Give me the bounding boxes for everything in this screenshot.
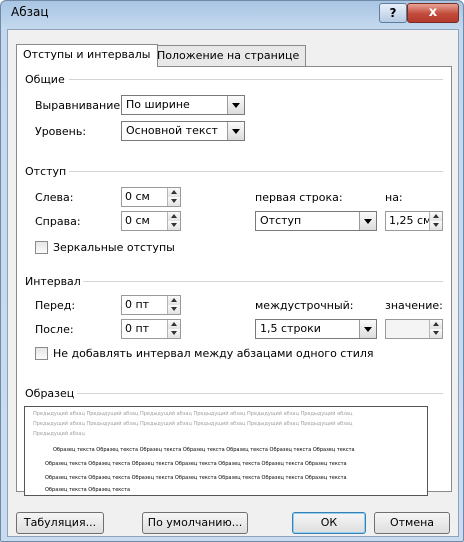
cancel-button[interactable]: Отмена	[374, 512, 450, 534]
line-spacing-at-spinner[interactable]	[385, 319, 443, 339]
chevron-down-icon[interactable]	[227, 122, 244, 140]
right-indent-label: Справа:	[35, 215, 81, 228]
title-bar: Абзац ? x	[1, 1, 463, 27]
space-after-spinner[interactable]: 0 пт	[121, 319, 181, 339]
preview-sample-line: Образец текста Образец текста Образец те…	[45, 461, 347, 467]
left-indent-value: 0 см	[125, 190, 150, 203]
after-value: 0 пт	[125, 322, 150, 335]
divider	[69, 171, 443, 172]
left-indent-label: Слева:	[35, 191, 74, 204]
first-line-select[interactable]: Отступ	[255, 211, 377, 231]
spin-down-icon[interactable]	[167, 329, 180, 338]
spin-down-icon[interactable]	[167, 305, 180, 314]
by-label: на:	[385, 191, 403, 204]
preview-prev-line: Предыдущий абзац Предыдущий абзац Предыд…	[33, 421, 353, 427]
divider	[83, 281, 443, 282]
window-title: Абзац	[11, 5, 49, 19]
space-before-spinner[interactable]: 0 пт	[121, 295, 181, 315]
left-indent-spinner[interactable]: 0 см	[121, 187, 181, 207]
line-spacing-value: 1,5 строки	[260, 322, 321, 335]
preview-sample-line: Образец текста Образец текста Образец те…	[53, 447, 355, 453]
first-line-value: Отступ	[260, 214, 302, 227]
right-indent-spinner[interactable]: 0 см	[121, 211, 181, 231]
line-spacing-label: междустрочный:	[255, 299, 354, 312]
indent-section-title: Отступ	[25, 165, 67, 178]
alignment-select[interactable]: По ширине	[121, 95, 245, 115]
right-indent-value: 0 см	[125, 214, 150, 227]
spin-down-icon[interactable]	[167, 221, 180, 230]
chevron-down-icon[interactable]	[227, 96, 244, 114]
first-line-by-spinner[interactable]: 1,25 см	[385, 211, 443, 231]
tab-line-page-breaks[interactable]: Положение на странице	[150, 45, 307, 66]
divider	[69, 79, 443, 80]
chevron-down-icon[interactable]	[359, 320, 376, 338]
dialog-body: Отступы и интервалы Положение на страниц…	[7, 29, 459, 537]
tab-indents-spacing[interactable]: Отступы и интервалы	[16, 44, 158, 67]
tabs-button[interactable]: Табуляция...	[16, 512, 104, 534]
level-label: Уровень:	[35, 125, 87, 138]
dont-add-space-checkbox[interactable]	[35, 347, 48, 360]
spacing-section-title: Интервал	[25, 275, 81, 288]
before-label: Перед:	[35, 299, 76, 312]
level-select[interactable]: Основной текст	[121, 121, 245, 141]
chevron-down-icon[interactable]	[359, 212, 376, 230]
preview-sample-line: Образец текста Образец текста	[45, 487, 131, 493]
spin-down-icon[interactable]	[429, 221, 442, 230]
mirror-indents-label: Зеркальные отступы	[53, 241, 175, 254]
ok-button[interactable]: ОК	[292, 512, 366, 534]
mirror-indents-checkbox[interactable]	[35, 241, 48, 254]
dont-add-space-label: Не добавлять интервал между абзацами одн…	[53, 347, 374, 360]
after-label: После:	[35, 323, 74, 336]
preview-box: Предыдущий абзац Предыдущий абзац Предыд…	[24, 406, 428, 496]
paragraph-dialog: Абзац ? x Отступы и интервалы Положение …	[0, 0, 464, 542]
help-button[interactable]: ?	[379, 3, 407, 23]
spin-down-icon[interactable]	[167, 197, 180, 206]
by-value: 1,25 см	[389, 214, 432, 227]
first-line-label: первая строка:	[255, 191, 343, 204]
level-value: Основной текст	[126, 124, 218, 137]
alignment-value: По ширине	[126, 98, 190, 111]
close-button[interactable]: x	[407, 3, 459, 23]
preview-prev-line: Предыдущий абзац	[33, 431, 85, 437]
before-value: 0 пт	[125, 298, 150, 311]
general-section-title: Общие	[25, 73, 65, 86]
divider	[77, 393, 443, 394]
preview-prev-line: Предыдущий абзац Предыдущий абзац Предыд…	[33, 411, 353, 417]
spin-down-icon[interactable]	[429, 329, 442, 338]
preview-section-title: Образец	[25, 387, 75, 400]
at-label: значение:	[385, 299, 443, 312]
line-spacing-select[interactable]: 1,5 строки	[255, 319, 377, 339]
preview-sample-line: Образец текста Образец текста Образец те…	[45, 475, 347, 481]
set-default-button[interactable]: По умолчанию...	[142, 512, 248, 534]
alignment-label: Выравнивание:	[35, 99, 124, 112]
